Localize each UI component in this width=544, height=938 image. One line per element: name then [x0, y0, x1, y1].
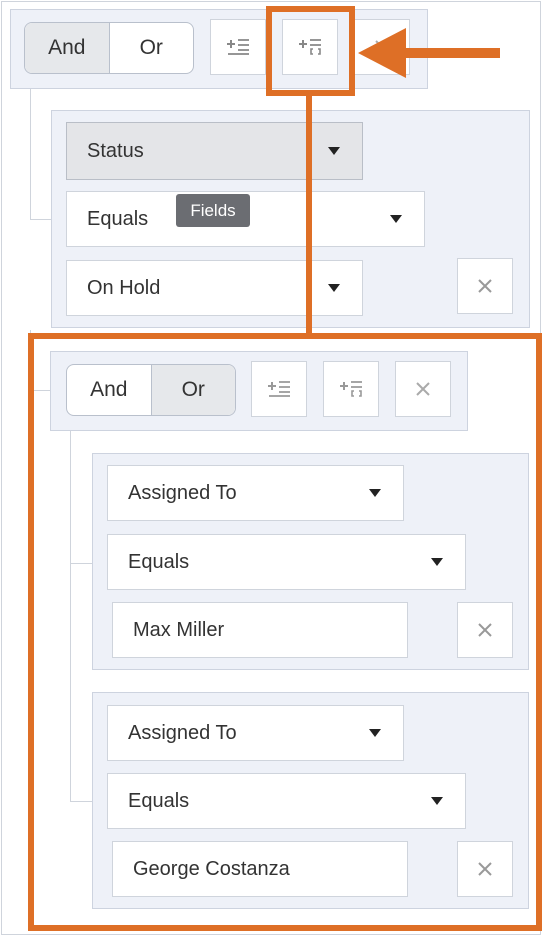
add-group-highlight	[266, 6, 355, 96]
chevron-down-icon	[328, 284, 340, 292]
rule-1-value: On Hold	[87, 276, 161, 299]
add-rule-icon	[227, 39, 249, 55]
tooltip-text: Fields	[190, 200, 236, 220]
tree-connector	[30, 89, 31, 219]
nested-group-highlight	[28, 333, 542, 931]
fields-tooltip: Fields	[176, 194, 250, 227]
rule-1-delete-button[interactable]	[457, 258, 513, 314]
rule-1-operator-value: Equals	[87, 207, 149, 230]
root-or-option[interactable]: Or	[108, 23, 194, 73]
annotation-arrow-icon	[358, 28, 500, 78]
root-add-rule-button[interactable]	[210, 19, 266, 75]
rule-1-field-value: Status	[87, 139, 144, 162]
tree-connector	[30, 219, 51, 220]
root-conjunction-toggle: And Or	[24, 22, 194, 74]
rule-1-field-select[interactable]: Status	[66, 122, 363, 180]
chevron-down-icon	[328, 147, 340, 155]
chevron-down-icon	[390, 215, 402, 223]
rule-1-value-select[interactable]: On Hold	[66, 260, 363, 316]
close-icon	[478, 279, 492, 293]
root-and-option[interactable]: And	[25, 23, 109, 73]
highlight-connector	[306, 95, 312, 338]
